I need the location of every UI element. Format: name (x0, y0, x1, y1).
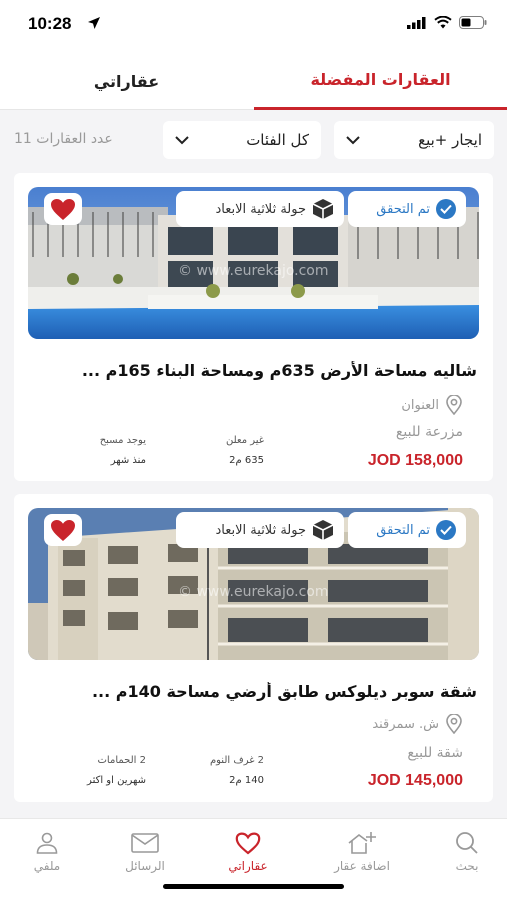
listing-spec-1: 2 غرف النوم 140 م2 (184, 755, 264, 786)
listing-address-text: العنوان (401, 397, 439, 413)
add-home-icon (348, 832, 376, 854)
listing-category: مزرعة للبيع (395, 424, 463, 440)
location-pin-icon (446, 714, 462, 734)
chevron-down-icon (175, 135, 189, 144)
tab-my-properties[interactable]: عقاراتي (0, 52, 253, 110)
filter-bar: عدد العقارات 11 كل الفئات ايجار +بيع (0, 110, 507, 170)
listing-address: العنوان (401, 395, 463, 415)
nav-search-label: بحث (455, 859, 479, 873)
category-filter-label: كل الفئات (246, 131, 309, 149)
spec-key: 2 غرف النوم (209, 755, 264, 766)
spec-value: منذ شهر (110, 455, 146, 466)
status-icons (407, 16, 487, 29)
type-filter-label: ايجار +بيع (418, 131, 482, 149)
watermark: © www.eurekajo.com (178, 263, 329, 279)
nav-my-properties[interactable]: عقاراتي (198, 827, 298, 873)
listing-category: شقة للبيع (407, 745, 463, 761)
verified-badge: تم التحقق (348, 191, 466, 227)
signal-icon (407, 16, 426, 29)
status-time: 10:28 (28, 14, 72, 33)
check-circle-icon (436, 199, 456, 219)
type-filter[interactable]: ايجار +بيع (334, 121, 494, 159)
verified-label: تم التحقق (376, 201, 430, 217)
category-filter[interactable]: كل الفئات (163, 121, 321, 159)
spec-value: شهرين او اكثر (87, 775, 146, 786)
verified-label: تم التحقق (376, 522, 430, 538)
nav-search[interactable]: بحث (417, 827, 507, 873)
listing-card[interactable]: © www.eurekajo.com جولة ثلاثية الابعاد ت… (14, 173, 493, 481)
wifi-icon (434, 16, 452, 29)
nav-add-property-label: اضافة عقار (334, 859, 390, 873)
heart-filled-icon (51, 198, 75, 220)
listing-spec-2: 2 الحمامات شهرين او اكثر (64, 755, 146, 786)
tab-favorites[interactable]: العقارات المفضلة (254, 52, 507, 110)
tab-bar: عقاراتي العقارات المفضلة (0, 52, 507, 110)
spec-value: 635 م2 (229, 455, 264, 466)
listing-photo[interactable]: © www.eurekajo.com جولة ثلاثية الابعاد ت… (28, 508, 479, 660)
3d-tour-label: جولة ثلاثية الابعاد (215, 201, 307, 217)
favorite-button[interactable] (44, 514, 82, 546)
verified-badge: تم التحقق (348, 512, 466, 548)
user-icon (36, 832, 58, 854)
listing-title[interactable]: شقة سوبر ديلوكس طابق أرضي مساحة 140م ... (37, 682, 477, 701)
heart-outline-icon (235, 831, 261, 854)
spec-value: 140 م2 (229, 775, 264, 786)
nav-messages-label: الرسائل (125, 859, 165, 873)
3d-tour-badge[interactable]: جولة ثلاثية الابعاد (176, 512, 344, 548)
listing-address-text: ش. سمرقند (372, 716, 439, 732)
chevron-down-icon (346, 135, 360, 144)
property-count: عدد العقارات 11 (14, 131, 113, 147)
cube-icon (312, 199, 334, 219)
nav-profile[interactable]: ملفي (0, 827, 97, 873)
listing-card[interactable]: © www.eurekajo.com جولة ثلاثية الابعاد ت… (14, 494, 493, 802)
listing-spec-2: يوجد مسبح منذ شهر (74, 435, 146, 466)
nav-add-property[interactable]: اضافة عقار (312, 827, 412, 873)
nav-profile-label: ملفي (33, 859, 61, 873)
search-icon (456, 832, 478, 854)
spec-key: غير معلن (225, 435, 264, 446)
nav-my-properties-label: عقاراتي (228, 859, 268, 873)
listing-photo[interactable]: © www.eurekajo.com جولة ثلاثية الابعاد ت… (28, 187, 479, 339)
nav-messages[interactable]: الرسائل (95, 827, 195, 873)
cube-icon (312, 520, 334, 540)
status-bar: 10:28 (0, 0, 507, 52)
listing-price: JOD 145,000 (367, 772, 463, 789)
check-circle-icon (436, 520, 456, 540)
listing-spec-1: غير معلن 635 م2 (194, 435, 264, 466)
listing-address: ش. سمرقند (372, 714, 463, 734)
heart-filled-icon (51, 519, 75, 541)
spec-key: 2 الحمامات (97, 755, 146, 766)
favorite-button[interactable] (44, 193, 82, 225)
location-arrow-icon (88, 17, 100, 29)
3d-tour-label: جولة ثلاثية الابعاد (215, 522, 307, 538)
home-indicator (163, 884, 344, 889)
envelope-icon (131, 833, 159, 853)
listing-title[interactable]: شاليه مساحة الأرض 635م ومساحة البناء 165… (37, 361, 477, 380)
listing-price: JOD 158,000 (367, 452, 463, 469)
watermark: © www.eurekajo.com (178, 584, 329, 600)
spec-key: يوجد مسبح (99, 435, 146, 446)
location-pin-icon (446, 395, 462, 415)
battery-icon (459, 16, 487, 29)
3d-tour-badge[interactable]: جولة ثلاثية الابعاد (176, 191, 344, 227)
